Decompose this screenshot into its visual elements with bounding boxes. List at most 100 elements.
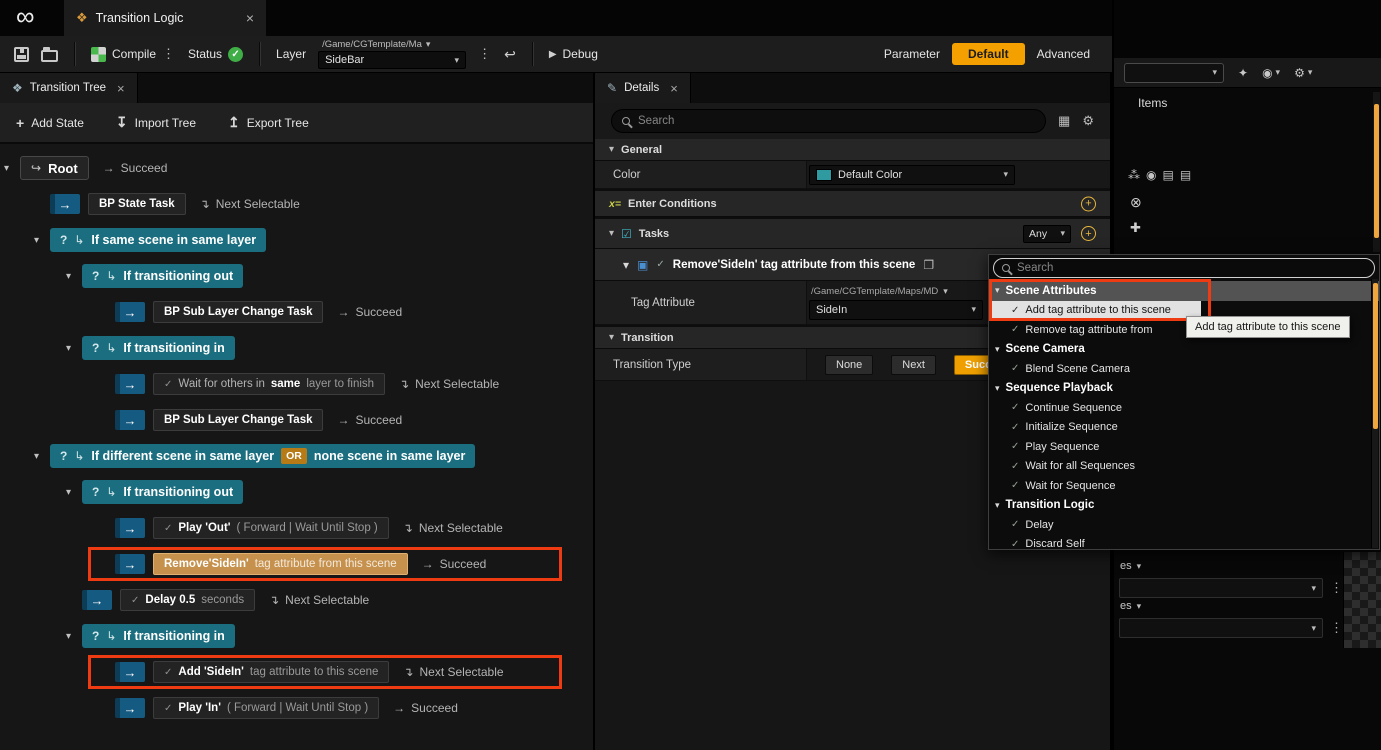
import-tree-button[interactable]: ↧ Import Tree <box>116 114 196 131</box>
condition-node[interactable]: ? ↳ If same scene in same layer <box>50 228 266 252</box>
add-task-icon[interactable]: + <box>1081 226 1096 241</box>
task-node[interactable]: ✓ Play 'In' ( Forward | Wait Until Stop … <box>153 697 379 719</box>
scene-monitor-icon[interactable]: ❐ <box>923 258 934 272</box>
debug-button[interactable]: ▶ Debug <box>549 47 598 61</box>
task-node[interactable]: BP Sub Layer Change Task <box>153 301 323 323</box>
tree-row-condition[interactable]: ▾ ? ↳ If transitioning out <box>0 258 593 294</box>
root-node[interactable]: ↪ Root <box>20 156 89 180</box>
panel-icon-2[interactable]: ◉ <box>1146 168 1156 182</box>
right-scrollbar-thumb[interactable] <box>1374 104 1379 238</box>
task-node[interactable]: ✓ Wait for others in same layer to finis… <box>153 373 385 395</box>
close-icon[interactable]: × <box>670 81 678 96</box>
sparkle-icon[interactable]: ✦ <box>1238 66 1248 80</box>
menu-category-scene-camera[interactable]: ▾ Scene Camera <box>989 340 1379 360</box>
browse-icon[interactable] <box>41 50 58 62</box>
task-node-selected[interactable]: Remove'SideIn' tag attribute from this s… <box>153 553 408 575</box>
menu-item-blend-scene-camera[interactable]: ✓ Blend Scene Camera <box>989 359 1379 379</box>
close-icon[interactable]: × <box>246 10 254 26</box>
color-dropdown[interactable]: Default Color ▾ <box>809 165 1015 185</box>
caret-down-icon[interactable]: ▾ <box>66 487 82 498</box>
menu-item-delay[interactable]: ✓ Delay <box>989 515 1379 535</box>
caret-down-icon[interactable]: ▾ <box>34 451 50 462</box>
condition-node[interactable]: ? ↳ If transitioning in <box>82 624 235 648</box>
tree-row-task-selected[interactable]: → Remove'SideIn' tag attribute from this… <box>0 546 593 582</box>
caret-down-icon[interactable]: ▾ <box>4 163 20 174</box>
menu-item-discard-self[interactable]: ✓ Discard Self <box>989 535 1379 551</box>
menu-item-play-sequence[interactable]: ✓ Play Sequence <box>989 437 1379 457</box>
caret-down-icon[interactable]: ▾ <box>66 271 82 282</box>
layer-options-icon[interactable]: ⋮ <box>478 46 492 62</box>
visibility-button[interactable]: ◉ ▾ <box>1262 66 1280 80</box>
tree-row-task[interactable]: → ✓ Wait for others in same layer to fin… <box>0 366 593 402</box>
tree-row-condition[interactable]: ▾ ? ↳ If transitioning out <box>0 474 593 510</box>
save-icon[interactable] <box>14 47 29 62</box>
task-node[interactable]: BP State Task <box>88 193 186 215</box>
task-node[interactable]: ✓ Add 'SideIn' tag attribute to this sce… <box>153 661 389 683</box>
right-dropdown-1[interactable]: ▾ <box>1119 578 1323 598</box>
details-search-input[interactable] <box>638 115 1035 127</box>
tree-row-condition-or[interactable]: ▾ ? ↳ If different scene in same layer O… <box>0 438 593 474</box>
circle-x-icon[interactable]: ⊗ <box>1130 194 1142 211</box>
status-indicator[interactable]: Status ✓ <box>188 47 243 62</box>
export-tree-button[interactable]: ↥ Export Tree <box>228 114 309 131</box>
tree-row-task[interactable]: → BP State Task ↴ Next Selectable <box>0 186 593 222</box>
menu-item-continue-sequence[interactable]: ✓ Continue Sequence <box>989 398 1379 418</box>
settings-button[interactable]: ⚙ ▾ <box>1294 66 1312 80</box>
section-tasks[interactable]: ▾ ☑ Tasks Any ▾ + <box>595 219 1110 249</box>
layer-combo[interactable]: /Game/CGTemplate/Ma ▾ SideBar ▾ <box>318 39 466 69</box>
tree-row-task-annotated[interactable]: → ✓ Add 'SideIn' tag attribute to this s… <box>0 654 593 690</box>
tree-row-root[interactable]: ▾ ↪ Root → Succeed <box>0 150 593 186</box>
tree-row-condition[interactable]: ▾ ? ↳ If transitioning in <box>0 330 593 366</box>
menu-search-input[interactable] <box>1017 262 1366 274</box>
right-dropdown-2[interactable]: ▾ <box>1119 618 1323 638</box>
task-node[interactable]: ✓ Delay 0.5 seconds <box>120 589 255 611</box>
column-view-icon[interactable]: ▦ <box>1058 113 1070 129</box>
panel-icon-3[interactable]: ▤ <box>1162 168 1173 182</box>
panel-icon-4[interactable]: ▤ <box>1180 168 1191 182</box>
close-icon[interactable]: × <box>117 81 125 96</box>
menu-category-sequence-playback[interactable]: ▾ Sequence Playback <box>989 379 1379 399</box>
advanced-button[interactable]: Advanced <box>1037 47 1090 61</box>
tag-attribute-dropdown[interactable]: SideIn ▾ <box>809 300 983 320</box>
add-state-button[interactable]: + Add State <box>16 115 84 131</box>
tree-row-task[interactable]: → ✓ Play 'Out' ( Forward | Wait Until St… <box>0 510 593 546</box>
tab-details[interactable]: ✎ Details × <box>595 73 691 103</box>
menu-category-scene-attributes[interactable]: ▾ Scene Attributes <box>989 281 1379 301</box>
caret-down-icon[interactable]: ▾ <box>66 631 82 642</box>
menu-search[interactable] <box>993 258 1375 278</box>
caret-down-icon[interactable]: ▾ <box>34 235 50 246</box>
tree-row-task[interactable]: → ✓ Play 'In' ( Forward | Wait Until Sto… <box>0 690 593 726</box>
tag-attribute-path[interactable]: /Game/CGTemplate/Maps/MD ▾ <box>809 286 983 297</box>
task-node[interactable]: ✓ Play 'Out' ( Forward | Wait Until Stop… <box>153 517 389 539</box>
tree-row-condition[interactable]: ▾ ? ↳ If same scene in same layer <box>0 222 593 258</box>
condition-node[interactable]: ? ↳ If transitioning in <box>82 336 235 360</box>
menu-scrollbar-thumb[interactable] <box>1373 283 1378 429</box>
caret-down-icon[interactable]: ▾ <box>66 343 82 354</box>
menu-item-initialize-sequence[interactable]: ✓ Initialize Sequence <box>989 418 1379 438</box>
details-search[interactable] <box>611 109 1046 133</box>
section-enter-conditions[interactable]: x= Enter Conditions + <box>595 191 1110 217</box>
right-panel-dropdown[interactable]: ▾ <box>1124 63 1224 83</box>
tab-transition-tree[interactable]: ❖ Transition Tree × <box>0 73 138 103</box>
tree-row-task[interactable]: → BP Sub Layer Change Task → Succeed <box>0 294 593 330</box>
move-icon[interactable]: ✚ <box>1130 220 1141 236</box>
transition-type-none-button[interactable]: None <box>825 355 873 375</box>
menu-item-wait-for-all-sequences[interactable]: ✓ Wait for all Sequences <box>989 457 1379 477</box>
task-node[interactable]: BP Sub Layer Change Task <box>153 409 323 431</box>
tree-row-task[interactable]: → ✓ Delay 0.5 seconds ↴ Next Selectable <box>0 582 593 618</box>
undo-icon[interactable]: ↩ <box>504 46 516 63</box>
section-general[interactable]: ▾ General <box>595 139 1110 161</box>
panel-icon-1[interactable]: ⁂ <box>1128 168 1140 182</box>
options-dots-icon[interactable]: ⋮ <box>1330 620 1344 636</box>
menu-item-wait-for-sequence[interactable]: ✓ Wait for Sequence <box>989 476 1379 496</box>
gear-icon[interactable]: ⚙ <box>1082 113 1094 129</box>
options-dots-icon[interactable]: ⋮ <box>1330 580 1344 596</box>
menu-item-add-tag-attribute[interactable]: ✓ Add tag attribute to this scene <box>989 301 1201 321</box>
caret-down-icon[interactable]: ▾ <box>623 258 629 272</box>
condition-node[interactable]: ? ↳ If transitioning out <box>82 264 243 288</box>
add-condition-icon[interactable]: + <box>1081 196 1096 211</box>
compile-button[interactable]: Compile ⋮ <box>91 46 176 62</box>
menu-category-transition-logic[interactable]: ▾ Transition Logic <box>989 496 1379 516</box>
menu-scrollbar-track[interactable] <box>1371 279 1378 548</box>
compile-options-icon[interactable]: ⋮ <box>162 46 176 62</box>
